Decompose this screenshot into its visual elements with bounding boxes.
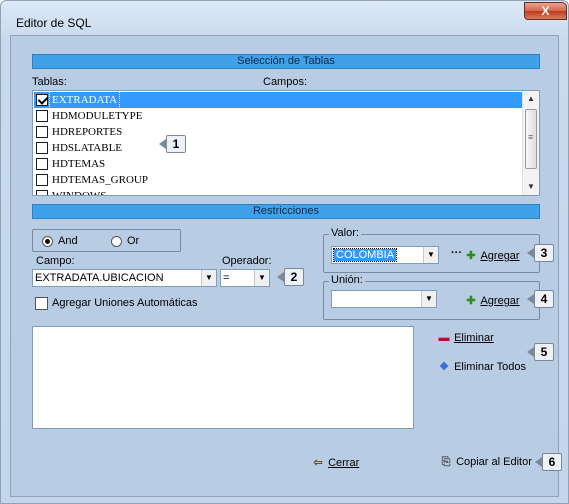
table-checkbox[interactable] bbox=[36, 158, 48, 170]
scroll-up-icon[interactable]: ▲ bbox=[523, 91, 539, 107]
multicolor-delete-all-icon: ❖ bbox=[439, 361, 449, 373]
delete-all-button[interactable]: ❖ Eliminar Todos bbox=[437, 360, 526, 373]
value-group-label: Valor: bbox=[329, 227, 361, 239]
window-title: Editor de SQL bbox=[16, 16, 92, 30]
table-item-hdtemas[interactable]: HDTEMAS bbox=[34, 156, 522, 172]
and-label: And bbox=[58, 235, 78, 247]
copy-to-editor-icon: ⎘ bbox=[441, 456, 451, 468]
table-checkbox[interactable] bbox=[36, 142, 48, 154]
chevron-down-icon[interactable]: ▼ bbox=[421, 291, 436, 307]
callout-4: 4 bbox=[527, 290, 554, 308]
table-item-hdmoduletype[interactable]: HDMODULETYPE bbox=[34, 108, 522, 124]
table-name: HDMODULETYPE bbox=[52, 110, 143, 122]
field-label: Campo: bbox=[36, 255, 75, 267]
table-checkbox[interactable] bbox=[36, 110, 48, 122]
callout-6: 6 bbox=[535, 453, 562, 471]
operator-select[interactable]: = ▼ bbox=[220, 269, 270, 287]
fields-label: Campos: bbox=[263, 76, 308, 88]
auto-joins-label: Agregar Uniones Automáticas bbox=[52, 297, 198, 309]
red-minus-icon: ▬ bbox=[438, 332, 450, 344]
table-item-hdtemas-group[interactable]: HDTEMAS_GROUP bbox=[34, 172, 522, 188]
table-item-hdreportes[interactable]: HDREPORTES bbox=[34, 124, 522, 140]
table-name: HDSLATABLE bbox=[52, 142, 123, 154]
scroll-down-icon[interactable]: ▼ bbox=[523, 179, 539, 195]
callout-2: 2 bbox=[277, 268, 304, 286]
logic-group bbox=[32, 229, 181, 252]
table-item-windows[interactable]: WINDOWS bbox=[34, 188, 522, 196]
table-name: WINDOWS bbox=[52, 190, 107, 196]
union-group-label: Unión: bbox=[329, 274, 365, 286]
title-bar: Editor de SQL X bbox=[1, 1, 568, 31]
callout-1: 1 bbox=[159, 135, 186, 153]
and-radio[interactable] bbox=[42, 236, 53, 247]
table-name: EXTRADATA bbox=[48, 91, 121, 109]
tables-section-header: Selección de Tablas bbox=[32, 54, 540, 69]
restrictions-list[interactable] bbox=[32, 326, 414, 429]
exit-door-icon: ⇦ bbox=[313, 457, 323, 469]
table-item-extradata[interactable]: EXTRADATA bbox=[34, 91, 522, 109]
copy-label: Copiar al Editor bbox=[456, 456, 532, 468]
chevron-down-icon[interactable]: ▼ bbox=[201, 270, 216, 286]
table-checkbox[interactable] bbox=[36, 126, 48, 138]
tables-list[interactable]: EXTRADATA HDMODULETYPE HDREPORTES HDSLAT… bbox=[32, 90, 540, 196]
callout-5: 5 bbox=[527, 343, 554, 361]
field-select[interactable]: EXTRADATA.UBICACION ▼ bbox=[32, 269, 217, 287]
green-plus-icon: ✚ bbox=[466, 250, 476, 262]
tables-scrollbar[interactable]: ▲ ▼ bbox=[522, 91, 539, 195]
restrictions-section-header: Restricciones bbox=[32, 204, 540, 219]
delete-all-label: Eliminar Todos bbox=[454, 361, 527, 373]
operator-label: Operador: bbox=[222, 255, 272, 267]
value-select-value: COLOMBIA bbox=[332, 248, 398, 262]
delete-label: Eliminar bbox=[454, 332, 494, 344]
union-add-button[interactable]: ✚ Agregar bbox=[464, 294, 520, 307]
scroll-thumb[interactable] bbox=[525, 109, 537, 169]
copy-to-editor-button[interactable]: ⎘ Copiar al Editor bbox=[439, 456, 532, 469]
green-plus-icon: ✚ bbox=[466, 295, 476, 307]
or-radio[interactable] bbox=[111, 236, 122, 247]
close-button[interactable]: ⇦ Cerrar bbox=[311, 456, 359, 469]
sql-editor-window: Editor de SQL X Selección de Tablas Tabl… bbox=[0, 0, 569, 504]
value-add-label: Agregar bbox=[480, 250, 520, 262]
tables-label: Tablas: bbox=[32, 76, 67, 88]
close-label: Cerrar bbox=[328, 457, 360, 469]
or-label: Or bbox=[127, 235, 140, 247]
table-checkbox[interactable] bbox=[36, 190, 48, 195]
table-checkbox-checked[interactable] bbox=[36, 94, 48, 106]
close-window-button[interactable]: X bbox=[524, 2, 567, 20]
table-name: HDTEMAS bbox=[52, 158, 106, 170]
table-name: HDTEMAS_GROUP bbox=[52, 174, 148, 186]
value-more-button[interactable]: ··· bbox=[451, 247, 462, 259]
table-name: HDREPORTES bbox=[52, 126, 123, 138]
delete-button[interactable]: ▬ Eliminar bbox=[437, 332, 494, 344]
union-select[interactable]: ▼ bbox=[331, 290, 437, 308]
chevron-down-icon[interactable]: ▼ bbox=[423, 247, 438, 263]
auto-joins-checkbox[interactable] bbox=[35, 297, 48, 310]
value-select[interactable]: COLOMBIA ▼ bbox=[331, 246, 439, 264]
operator-select-value: = bbox=[223, 272, 230, 284]
chevron-down-icon[interactable]: ▼ bbox=[254, 270, 269, 286]
union-add-label: Agregar bbox=[480, 295, 520, 307]
value-add-button[interactable]: ✚ Agregar bbox=[464, 249, 520, 262]
table-item-hdslatable[interactable]: HDSLATABLE bbox=[34, 140, 522, 156]
field-select-value: EXTRADATA.UBICACION bbox=[35, 272, 164, 284]
table-checkbox[interactable] bbox=[36, 174, 48, 186]
callout-3: 3 bbox=[527, 244, 554, 262]
